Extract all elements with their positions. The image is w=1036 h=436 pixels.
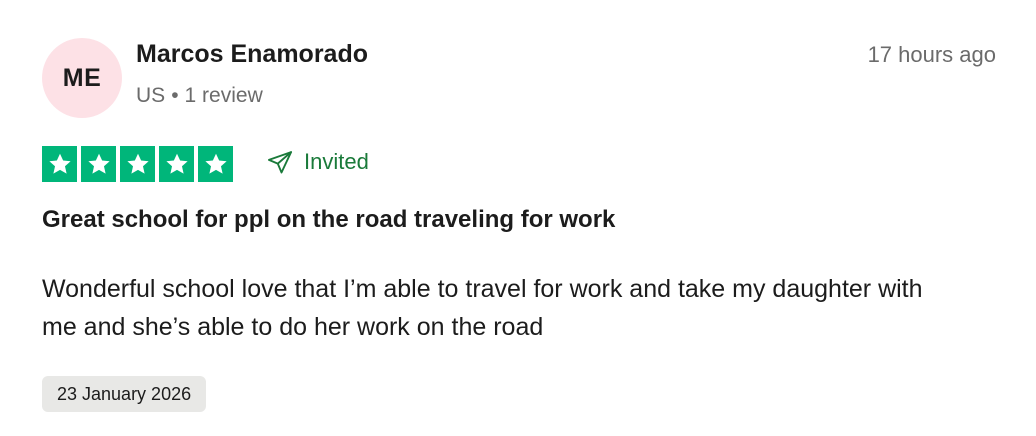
reviewer-meta: US • 1 review: [136, 84, 263, 108]
review-title[interactable]: Great school for ppl on the road traveli…: [42, 206, 615, 234]
review-timestamp: 17 hours ago: [867, 42, 996, 67]
meta-separator: •: [171, 84, 179, 107]
avatar[interactable]: ME: [42, 38, 122, 118]
star-rating: [42, 146, 233, 182]
review-count[interactable]: 1 review: [185, 84, 263, 107]
experience-date-badge: 23 January 2026: [42, 376, 207, 412]
star-icon: [198, 146, 233, 182]
invited-label: Invited: [304, 149, 369, 174]
reviewer-name[interactable]: Marcos Enamorado: [136, 40, 368, 69]
review-card: ME Marcos Enamorado US • 1 review 17 hours…: [0, 0, 1036, 436]
review-body: Wonderful school love that I’m able to t…: [42, 275, 923, 341]
reviewer-country: US: [136, 84, 166, 107]
star-icon: [81, 146, 116, 182]
star-icon: [120, 146, 155, 182]
paper-plane-icon: [266, 148, 294, 176]
invited-badge[interactable]: Invited: [266, 148, 369, 176]
star-icon: [42, 146, 77, 182]
star-icon: [159, 146, 194, 182]
